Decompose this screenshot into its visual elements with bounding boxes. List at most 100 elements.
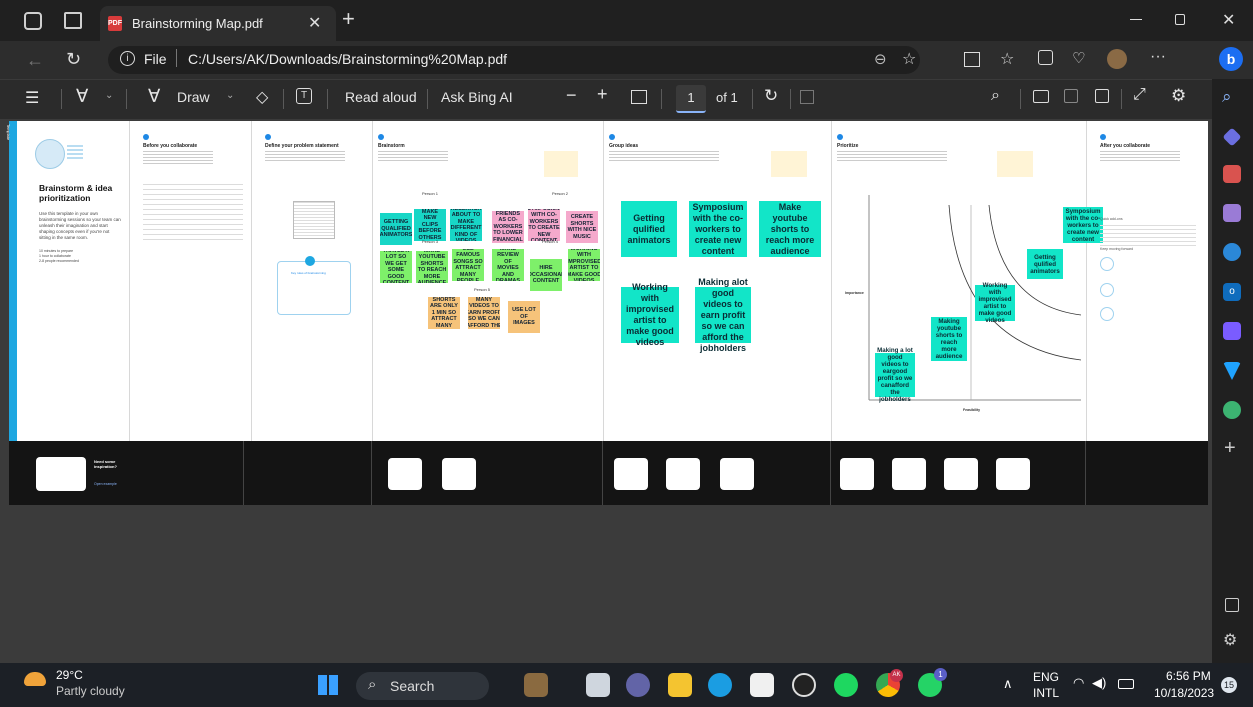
refresh-icon[interactable]: ↻ [66,49,81,70]
weather-desc[interactable]: Partly cloudy [56,684,125,698]
start-icon[interactable] [318,675,338,695]
close-window-icon[interactable]: ✕ [1222,10,1235,30]
favorite-star-icon[interactable]: ☆ [902,49,916,69]
ask-bing-button[interactable]: Ask Bing AI [441,89,513,105]
store-icon[interactable] [750,673,774,697]
page-thumbnail[interactable] [840,458,874,490]
rotate-icon[interactable]: ↻ [764,86,778,106]
teams-icon[interactable] [626,673,650,697]
info-icon[interactable]: i [120,51,135,66]
profile-avatar[interactable] [1107,49,1127,69]
zoom-icon[interactable]: ⊖ [874,50,887,68]
zoom-in-icon[interactable]: + [597,84,608,105]
split-screen-icon[interactable] [964,52,980,67]
page-thumbnail[interactable] [614,458,648,490]
sidebar-designer-icon[interactable] [1223,322,1241,340]
zoom-out-icon[interactable]: − [566,85,577,106]
spotify-icon[interactable] [834,673,858,697]
favorites-icon[interactable]: ☆ [1000,49,1014,69]
thumb-divider [602,441,603,505]
new-tab-button[interactable]: + [342,6,355,32]
task-view-icon[interactable] [586,673,610,697]
page-thumbnail[interactable] [944,458,978,490]
inspiration-label: Need some inspiration? [94,459,117,469]
read-aloud-button[interactable]: Read aloud [345,89,417,105]
minimize-icon[interactable] [1130,19,1142,20]
group-sticky: Getting qulified animators [621,201,677,257]
workspaces-icon[interactable] [24,12,42,30]
wifi-icon[interactable]: ◠ [1073,675,1084,691]
restore-icon[interactable] [1175,14,1185,25]
sidebar-add-icon[interactable]: + [1224,437,1236,460]
template-tab: Template [6,124,11,141]
tab-active[interactable]: PDF Brainstorming Map.pdf ✕ [100,6,336,41]
brainstorm-sticky: HIRE OCCASIONAL CONTENT [530,259,562,291]
page-thumbnail[interactable] [892,458,926,490]
weather-icon[interactable] [24,672,46,686]
tab-actions-icon[interactable] [64,12,82,29]
file-explorer-icon[interactable] [668,673,692,697]
page-view-icon[interactable] [800,90,814,104]
lang-bottom[interactable]: INTL [1033,686,1059,700]
sidebar-games-icon[interactable] [1223,204,1241,222]
tip-note [544,151,578,177]
divider [327,89,328,109]
print-icon[interactable] [1033,90,1049,103]
collections-icon[interactable] [1038,50,1053,65]
group-sticky: Make youtube shorts to reach more audien… [759,201,821,257]
address-bar[interactable]: i File C:/Users/AK/Downloads/Brainstormi… [108,46,920,74]
settings-gear-icon[interactable]: ⚙ [1171,86,1186,106]
divider [790,89,791,109]
edge-icon[interactable] [708,673,732,697]
sidebar-tools-icon[interactable] [1223,165,1241,183]
clock-date[interactable]: 10/18/2023 [1154,686,1214,700]
fit-page-icon[interactable] [631,90,647,104]
lang-top[interactable]: ENG [1033,670,1059,684]
erase-icon[interactable]: ◇ [256,87,268,107]
sidebar-settings-icon[interactable]: ⚙ [1223,630,1237,650]
add-text-icon[interactable]: T [296,88,312,104]
rules-card [277,261,351,315]
page-thumbnail[interactable] [996,458,1030,490]
sidebar-tree-icon[interactable] [1223,401,1241,419]
back-icon[interactable]: ← [26,50,44,71]
sidebar-hide-icon[interactable] [1225,598,1239,612]
clock-time[interactable]: 6:56 PM [1166,669,1211,683]
notification-badge[interactable]: 15 [1221,677,1237,693]
highlight-dropdown-icon[interactable]: ⌄ [105,90,113,101]
pdf-page: Template Brainstorm & idea prioritizatio… [6,121,1208,441]
weather-temp[interactable]: 29°C [56,668,83,682]
fullscreen-icon[interactable]: ⤢ [1133,86,1146,104]
bull-app-icon[interactable] [524,673,548,697]
volume-icon[interactable]: ◀) [1092,675,1106,691]
page-number-input[interactable]: 1 [676,85,706,113]
page-thumbnail[interactable] [666,458,700,490]
dell-icon[interactable] [792,673,816,697]
taskbar-search[interactable]: ⌕ Search [356,672,489,700]
battery-icon[interactable] [1118,679,1134,689]
more-options-icon[interactable]: ··· [1150,48,1166,66]
group-sticky: Working with improvised artist to make g… [621,282,679,347]
highlight-icon[interactable]: ∀ [76,86,88,107]
draw-button[interactable]: Draw [177,89,210,105]
search-label: Search [390,678,435,694]
tray-chevron-icon[interactable]: ∧ [1003,676,1013,692]
close-tab-icon[interactable]: ✕ [308,13,321,33]
sidebar-outlook-icon[interactable]: o [1223,283,1241,301]
page-thumbnail[interactable] [388,458,422,490]
sidebar-microsoft365-icon[interactable] [1223,243,1241,261]
save-as-icon[interactable] [1095,89,1109,103]
contents-icon[interactable]: ☰ [25,88,39,108]
sidebar-search-icon[interactable]: ⌕ [1222,87,1232,107]
draw-dropdown-icon[interactable]: ⌄ [226,90,234,101]
page-thumbnail[interactable] [442,458,476,490]
bing-copilot-icon[interactable]: b [1219,47,1243,71]
draw-icon[interactable]: ∀ [148,86,160,107]
page-thumbnail[interactable] [720,458,754,490]
frame4-title: Brainstorm [378,143,405,149]
browser-essentials-icon[interactable]: ♡ [1072,49,1085,67]
person-label: Person 5 [474,287,491,292]
save-icon[interactable] [1064,89,1078,103]
find-icon[interactable]: ⌕ [991,87,1000,105]
open-example-link[interactable]: Open example [94,482,117,486]
